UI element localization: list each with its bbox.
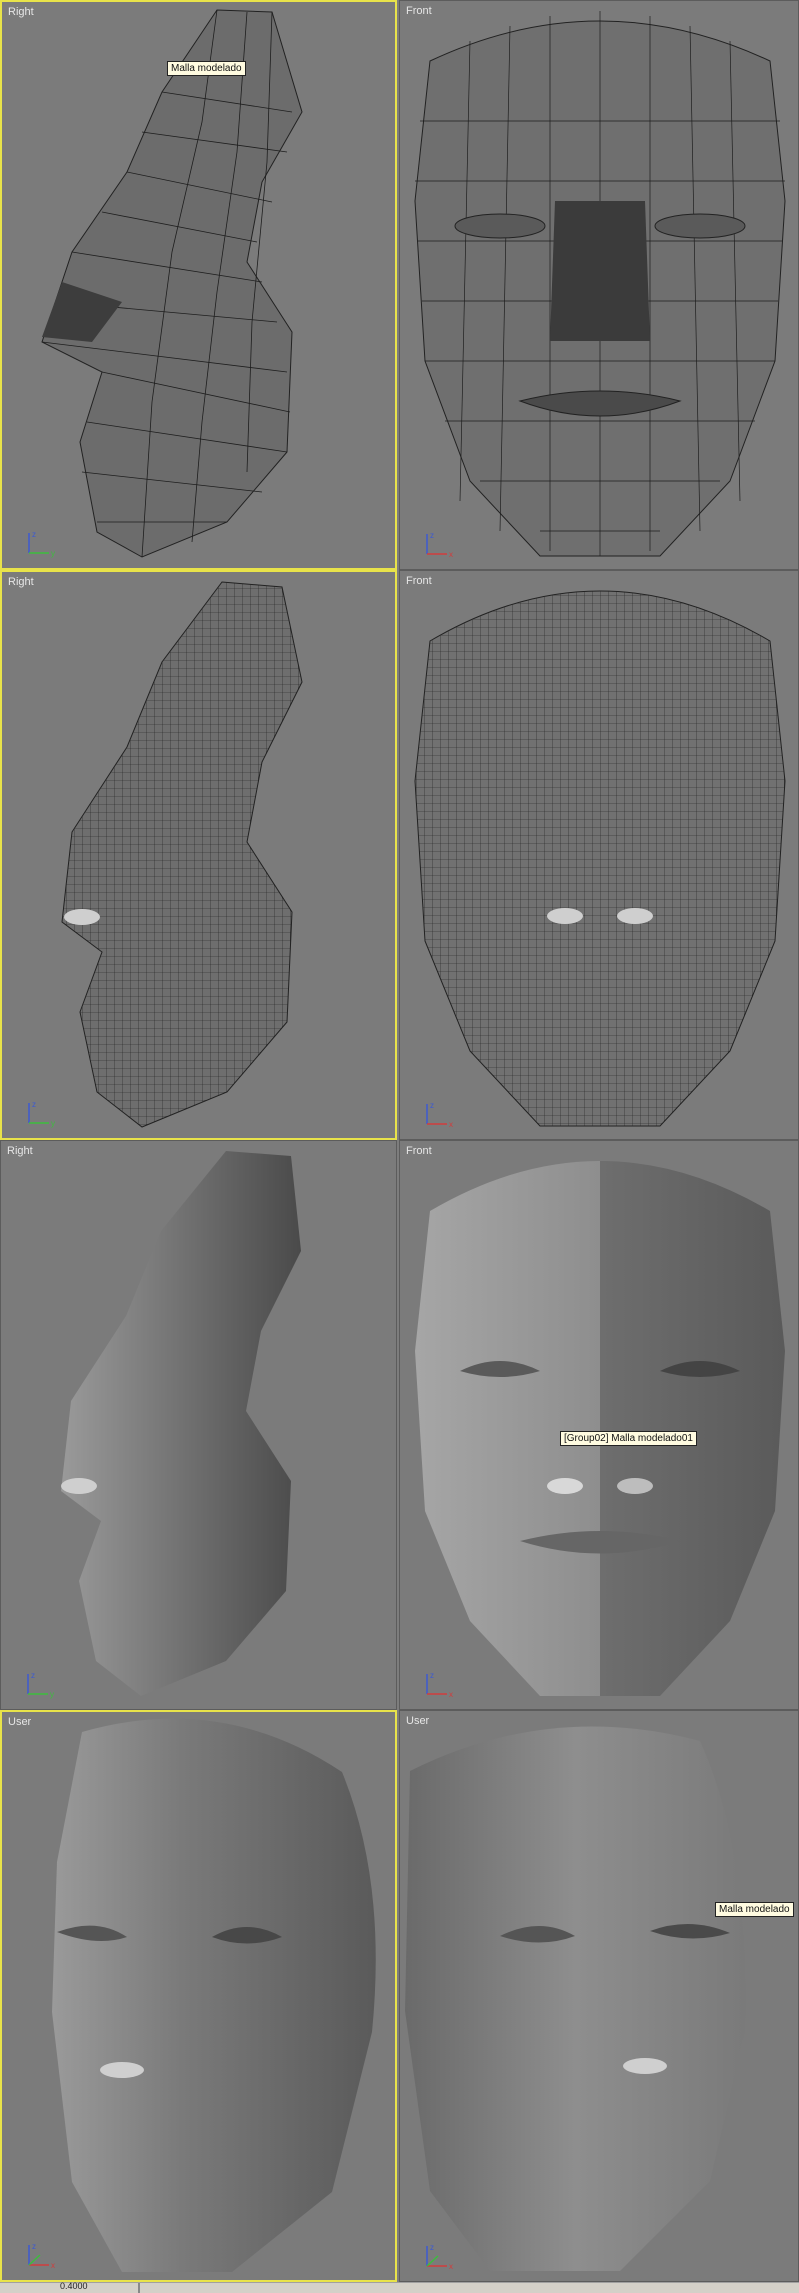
axis-z-label: z [430,1671,434,1680]
viewport-user-2[interactable]: User Malla modelado z x [399,1710,799,2282]
viewport-front-1[interactable]: Front z x [399,0,799,570]
axis-x-label: x [449,1120,453,1129]
axis-x-label: x [449,1690,453,1699]
side-dense-mesh [61,581,303,1128]
axis-tripod-icon: z x [426,2243,453,2271]
viewport-right-3[interactable]: Right z y [0,1140,397,1710]
axis-tripod-icon: z x [426,531,453,559]
status-value: 0.4000 [60,2281,88,2291]
object-tooltip: Malla modelado [715,1902,794,1917]
axis-z-label: z [32,530,36,539]
user-smooth-face-left [52,1718,376,2272]
axis-z-label: z [430,1101,434,1110]
axis-tripod-icon: z x [28,2242,55,2270]
viewport-user-1[interactable]: User z x [0,1710,397,2282]
axis-z-label: z [32,2242,36,2251]
axis-y-label: y [50,1690,54,1699]
object-tooltip: [Group02] Malla modelado01 [560,1431,697,1446]
object-tooltip: Malla modelado [167,61,246,76]
front-low-poly-mesh [414,11,786,557]
axis-tripod-icon: z y [28,530,55,558]
axis-x-label: x [449,550,453,559]
axis-x-label: x [449,2262,453,2271]
axis-x-label: x [51,2261,55,2270]
axis-z-label: z [430,531,434,540]
axis-tripod-icon: z y [28,1100,55,1128]
axis-z-label: z [32,1100,36,1109]
front-smooth-face [415,1161,785,1696]
viewport-front-2[interactable]: Front z x [399,570,799,1140]
user-smooth-face-right [405,1726,746,2271]
axis-z-label: z [430,2243,434,2252]
side-smooth-face [61,1151,301,1696]
viewport-right-1[interactable]: Right Malla modelado z y [0,0,397,570]
axis-tripod-icon: z x [426,1101,453,1129]
status-bar: 0.4000 [0,2281,799,2293]
front-dense-mesh [414,590,786,1127]
axis-tripod-icon: z y [27,1671,54,1699]
side-low-poly-mesh [41,9,303,558]
viewport-right-2[interactable]: Right z y [0,570,397,1140]
axis-tripod-icon: z x [426,1671,453,1699]
axis-y-label: y [51,549,55,558]
axis-y-label: y [51,1119,55,1128]
axis-z-label: z [31,1671,35,1680]
viewport-front-3[interactable]: Front [Group02] Malla modelado01 z x [399,1140,799,1710]
